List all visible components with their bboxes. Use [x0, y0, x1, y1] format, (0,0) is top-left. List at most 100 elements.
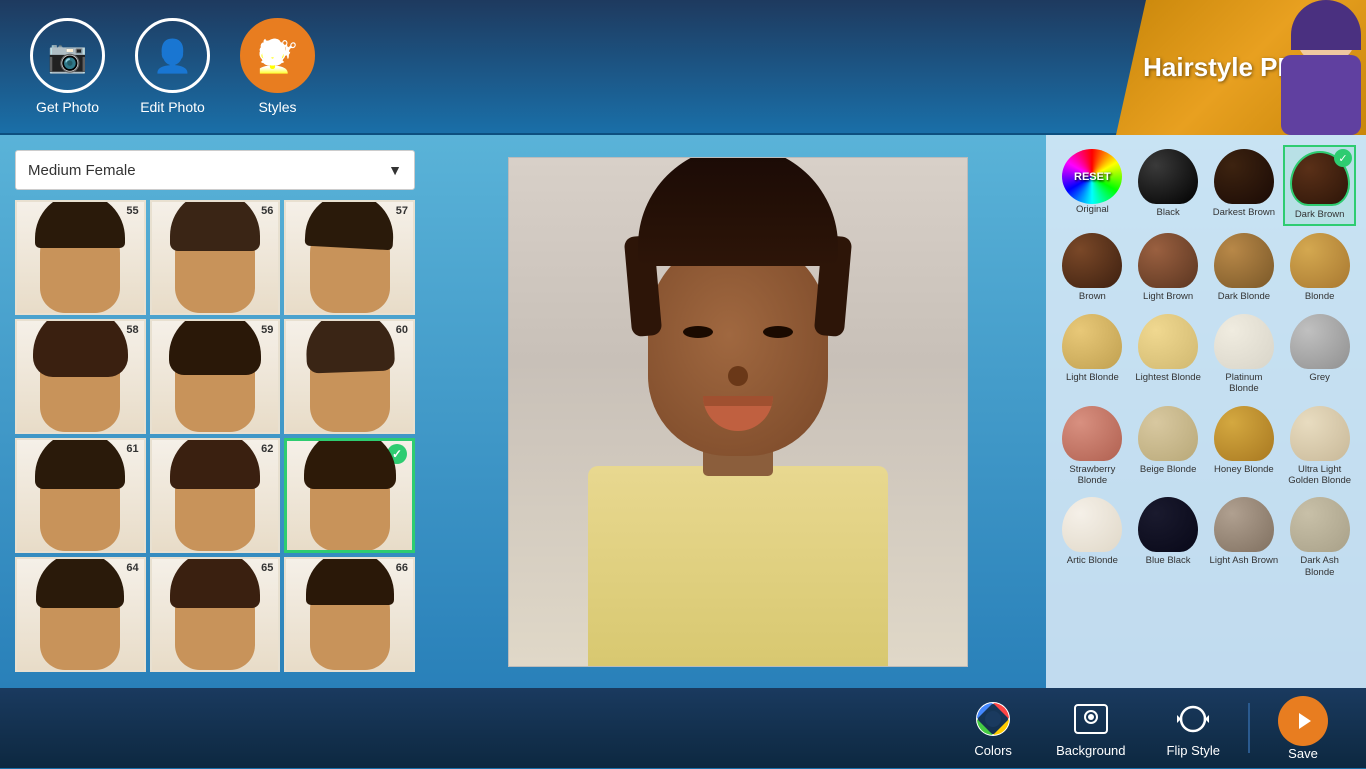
get-photo-icon: 📷: [30, 18, 105, 93]
color-item-honey-blonde[interactable]: Honey Blonde: [1208, 402, 1281, 491]
color-swatch-grey: [1290, 314, 1350, 369]
color-item-platinum-blonde[interactable]: Platinum Blonde: [1208, 310, 1281, 399]
color-label-original: Original: [1076, 204, 1109, 215]
color-swatch-dark-ash-blonde: [1290, 497, 1350, 552]
nav-edit-photo[interactable]: 👤 Edit Photo: [135, 18, 210, 115]
style-category-dropdown[interactable]: Medium Female ▼: [15, 150, 415, 190]
color-item-blue-black[interactable]: Blue Black: [1132, 493, 1205, 582]
color-label-darkest-brown: Darkest Brown: [1213, 207, 1275, 218]
color-swatch-strawberry: [1062, 406, 1122, 461]
color-swatch-blue-black: [1138, 497, 1198, 552]
style-item-66[interactable]: 66: [284, 557, 415, 672]
dropdown-label: Medium Female: [28, 162, 136, 179]
save-button-icon: [1278, 696, 1328, 746]
color-grid: RESET Original Black Darkest Brown ✓ Dar…: [1056, 145, 1356, 582]
background-action[interactable]: Background: [1038, 691, 1143, 766]
background-label: Background: [1056, 743, 1125, 758]
colors-label: Colors: [974, 743, 1012, 758]
color-swatch-black: [1138, 149, 1198, 204]
color-label-strawberry-blonde: Strawberry Blonde: [1058, 464, 1127, 487]
color-item-light-brown[interactable]: Light Brown: [1132, 229, 1205, 306]
color-swatch-dark-blonde: [1214, 233, 1274, 288]
color-label-light-brown: Light Brown: [1143, 291, 1193, 302]
color-swatch-honey-blonde: [1214, 406, 1274, 461]
color-swatch-brown: [1062, 233, 1122, 288]
get-photo-label: Get Photo: [36, 99, 99, 115]
color-label-beige-blonde: Beige Blonde: [1140, 464, 1197, 475]
color-label-dark-blonde: Dark Blonde: [1218, 291, 1270, 302]
style-item-58[interactable]: 58: [15, 319, 146, 434]
flip-style-icon: [1173, 699, 1213, 739]
color-item-brown[interactable]: Brown: [1056, 229, 1129, 306]
color-swatch-light-brown: [1138, 233, 1198, 288]
style-item-63[interactable]: ✓: [284, 438, 415, 553]
background-icon: [1071, 699, 1111, 739]
color-item-black[interactable]: Black: [1132, 145, 1205, 226]
styles-icon: 💇: [240, 18, 315, 93]
color-item-dark-ash-blonde[interactable]: Dark Ash Blonde: [1283, 493, 1356, 582]
edit-photo-label: Edit Photo: [140, 99, 205, 115]
color-item-light-ash-brown[interactable]: Light Ash Brown: [1208, 493, 1281, 582]
color-swatch-light-ash-brown: [1214, 497, 1274, 552]
color-label-blonde: Blonde: [1305, 291, 1335, 302]
color-item-strawberry-blonde[interactable]: Strawberry Blonde: [1056, 402, 1129, 491]
styles-label: Styles: [258, 99, 296, 115]
color-label-black: Black: [1157, 207, 1180, 218]
style-item-65[interactable]: 65: [150, 557, 281, 672]
color-swatch-platinum: [1214, 314, 1274, 369]
reset-swatch: RESET: [1062, 149, 1122, 204]
color-item-blonde[interactable]: Blonde: [1283, 229, 1356, 306]
colors-action[interactable]: Colors: [953, 691, 1033, 766]
color-item-grey[interactable]: Grey: [1283, 310, 1356, 399]
color-item-darkest-brown[interactable]: Darkest Brown: [1208, 145, 1281, 226]
style-item-55[interactable]: 55: [15, 200, 146, 315]
color-item-original[interactable]: RESET Original: [1056, 145, 1129, 226]
color-label-blue-black: Blue Black: [1146, 555, 1191, 566]
color-swatch-blonde: [1290, 233, 1350, 288]
color-selected-check: ✓: [1334, 149, 1352, 167]
color-swatch-lightest-blonde: [1138, 314, 1198, 369]
style-item-60[interactable]: 60: [284, 319, 415, 434]
color-swatch-light-blonde: [1062, 314, 1122, 369]
style-item-62[interactable]: 62: [150, 438, 281, 553]
save-action[interactable]: Save: [1260, 688, 1346, 769]
dropdown-chevron-icon: ▼: [388, 162, 402, 178]
color-swatch-darkest-brown: [1214, 149, 1274, 204]
color-item-artic-blonde[interactable]: Artic Blonde: [1056, 493, 1129, 582]
color-item-dark-brown[interactable]: ✓ Dark Brown: [1283, 145, 1356, 226]
color-label-light-ash-brown: Light Ash Brown: [1210, 555, 1279, 566]
save-label: Save: [1288, 746, 1318, 761]
color-item-dark-blonde[interactable]: Dark Blonde: [1208, 229, 1281, 306]
nav-get-photo[interactable]: 📷 Get Photo: [30, 18, 105, 115]
style-item-61[interactable]: 61: [15, 438, 146, 553]
color-label-dark-ash-blonde: Dark Ash Blonde: [1285, 555, 1354, 578]
left-panel: Medium Female ▼ 55 56: [0, 135, 430, 688]
style-item-56[interactable]: 56: [150, 200, 281, 315]
color-swatch-beige-blonde: [1138, 406, 1198, 461]
nav-styles[interactable]: 💇 Styles: [240, 18, 315, 115]
color-label-grey: Grey: [1309, 372, 1330, 383]
color-item-light-blonde[interactable]: Light Blonde: [1056, 310, 1129, 399]
color-panel: RESET Original Black Darkest Brown ✓ Dar…: [1046, 135, 1366, 688]
center-panel: [430, 135, 1046, 688]
style-grid: 55 56 57: [15, 200, 415, 672]
color-item-lightest-blonde[interactable]: Lightest Blonde: [1132, 310, 1205, 399]
color-swatch-artic-blonde: [1062, 497, 1122, 552]
bottom-bar: Colors Background Flip Style: [0, 688, 1366, 768]
color-label-brown: Brown: [1079, 291, 1106, 302]
bottom-divider: [1248, 703, 1250, 753]
style-item-59[interactable]: 59: [150, 319, 281, 434]
color-label-platinum-blonde: Platinum Blonde: [1210, 372, 1279, 395]
style-item-57[interactable]: 57: [284, 200, 415, 315]
flip-style-action[interactable]: Flip Style: [1149, 691, 1238, 766]
color-item-beige-blonde[interactable]: Beige Blonde: [1132, 402, 1205, 491]
color-label-lightest-blonde: Lightest Blonde: [1135, 372, 1201, 383]
photo-preview: [508, 157, 968, 667]
style-item-64[interactable]: 64: [15, 557, 146, 672]
header: 📷 Get Photo 👤 Edit Photo 💇 Styles Hairst…: [0, 0, 1366, 135]
edit-photo-icon: 👤: [135, 18, 210, 93]
color-item-ultra-light[interactable]: Ultra Light Golden Blonde: [1283, 402, 1356, 491]
color-label-artic-blonde: Artic Blonde: [1067, 555, 1118, 566]
nav-items: 📷 Get Photo 👤 Edit Photo 💇 Styles: [30, 18, 315, 115]
colors-icon: [973, 699, 1013, 739]
